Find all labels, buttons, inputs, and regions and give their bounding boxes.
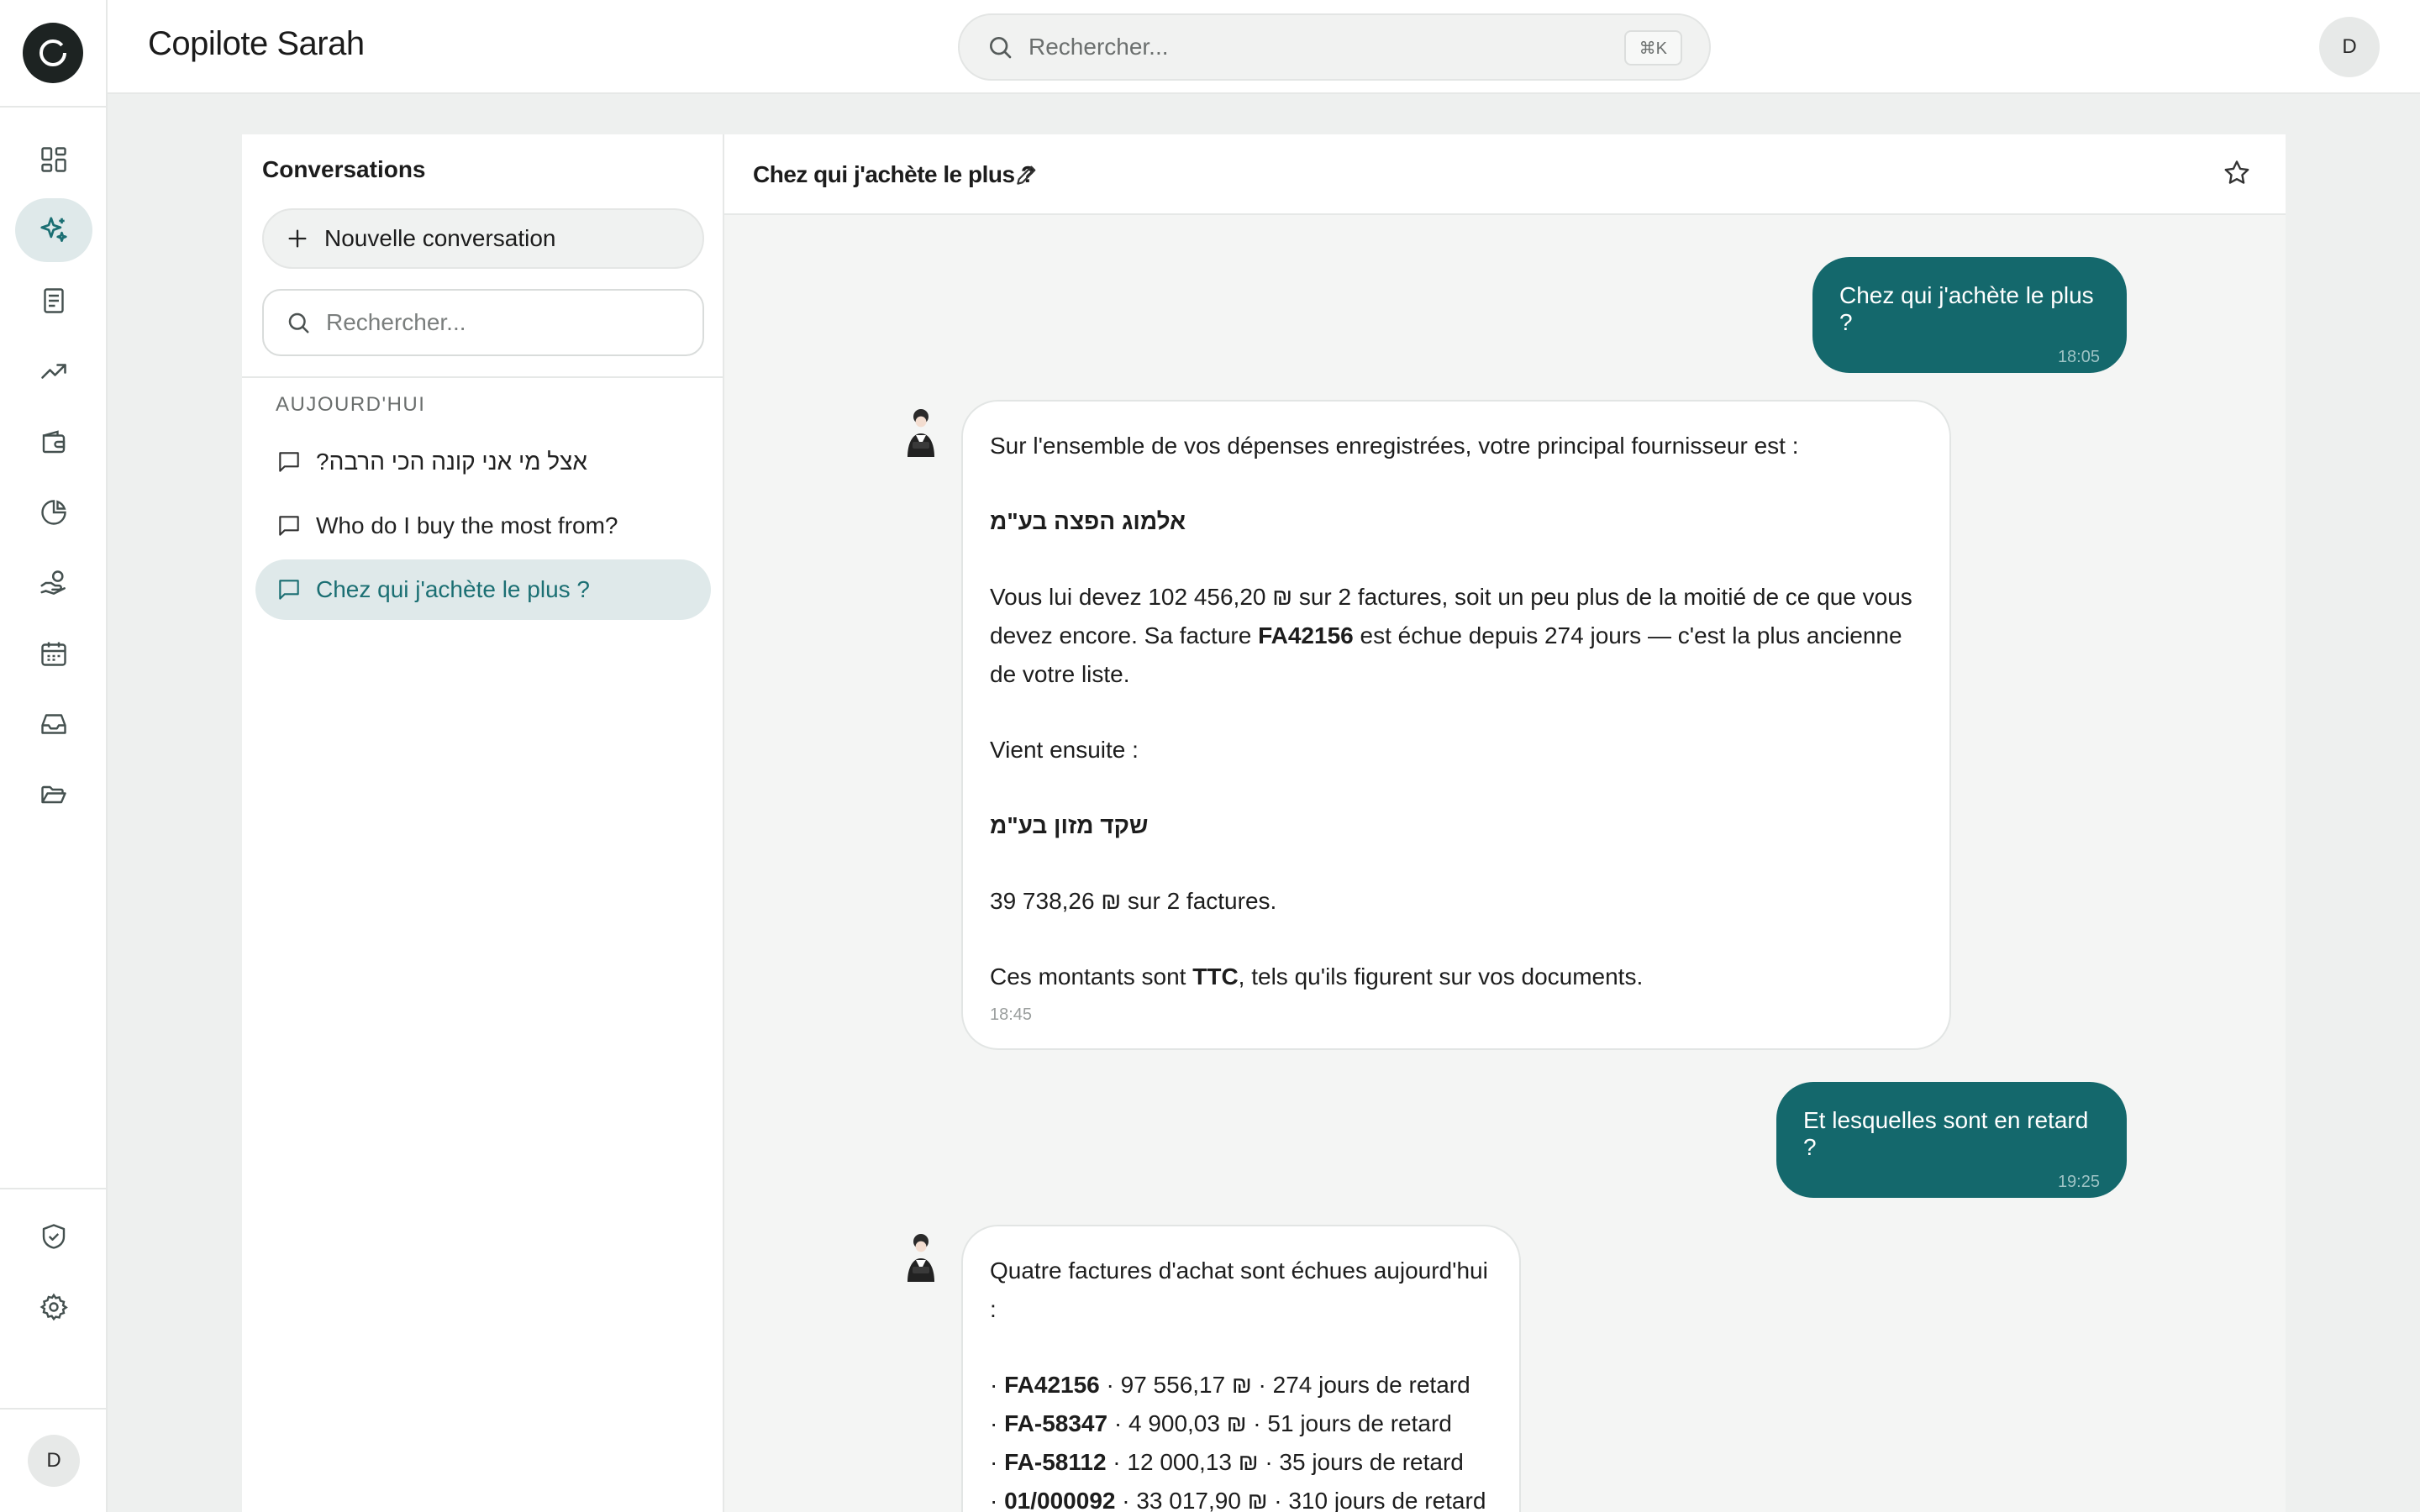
- message-text: Ces montants sont TTC, tels qu'ils figur…: [990, 963, 1644, 990]
- message-text: Quatre factures d'achat sont échues aujo…: [990, 1257, 1488, 1322]
- nav-dashboard[interactable]: [15, 128, 92, 192]
- conversation-list: אצל מי אני קונה הכי הרבה? Who do I buy t…: [255, 432, 711, 623]
- conversation-search-input[interactable]: Rechercher...: [262, 289, 704, 356]
- global-search[interactable]: Rechercher... ⌘K: [958, 13, 1711, 81]
- shortcut-badge: ⌘K: [1623, 30, 1682, 66]
- app-title: Copilote Sarah: [148, 25, 365, 62]
- new-conversation-label: Nouvelle conversation: [324, 225, 556, 251]
- rail-divider: [0, 1188, 108, 1189]
- plus-icon: [286, 227, 309, 250]
- app-logo[interactable]: [23, 23, 83, 83]
- message-text: Vient ensuite :: [990, 737, 1139, 763]
- nav-payments[interactable]: [15, 551, 92, 615]
- invoice-item: · FA42156 · 97 556,17 ₪ · 274 jours de r…: [990, 1372, 1470, 1398]
- supplier-name: אלמוג הפצה בע"מ: [990, 508, 1186, 534]
- conversation-label: אצל מי אני קונה הכי הרבה?: [316, 449, 587, 475]
- nav-files[interactable]: [15, 763, 92, 827]
- chat-panel: Chez qui j'achète le plus ? Chez qui j'a…: [724, 134, 2286, 1512]
- logo-area: [0, 0, 106, 108]
- conversation-item[interactable]: Who do I buy the most from?: [255, 496, 711, 556]
- message-text: Et lesquelles sont en retard ?: [1803, 1107, 2089, 1160]
- new-conversation-button[interactable]: Nouvelle conversation: [262, 208, 704, 269]
- search-placeholder: Rechercher...: [1028, 34, 1169, 60]
- assistant-avatar: [897, 407, 944, 460]
- wallet-icon: [39, 427, 69, 457]
- conversation-item-active[interactable]: Chez qui j'achète le plus ?: [255, 559, 711, 620]
- invoice-item: · 01/000092 · 33 017,90 ₪ · 310 jours de…: [990, 1488, 1486, 1512]
- message-text: Chez qui j'achète le plus ?: [1839, 282, 2094, 335]
- divider: [242, 376, 724, 378]
- nav-calendar[interactable]: [15, 622, 92, 685]
- conversations-panel: Conversations Nouvelle conversation Rech…: [242, 134, 724, 1512]
- supplier-name: שקד מזון בע"מ: [990, 812, 1149, 838]
- calendar-icon: [39, 638, 69, 669]
- trending-up-icon: [39, 356, 69, 386]
- assistant-message: Sur l'ensemble de vos dépenses enregistr…: [961, 400, 1951, 1050]
- chat-bubble-icon: [276, 512, 302, 539]
- assistant-avatar: [897, 1231, 944, 1285]
- message-text: 39 738,26 ₪ sur 2 factures.: [990, 888, 1277, 914]
- document-icon: [39, 286, 69, 316]
- folder-open-icon: [39, 780, 69, 810]
- rail-nav: [0, 128, 108, 833]
- left-rail: D: [0, 0, 108, 1512]
- chat-title: Chez qui j'achète le plus ?: [753, 161, 1035, 187]
- assistant-message: Quatre factures d'achat sont échues aujo…: [961, 1225, 1521, 1512]
- dashboard-icon: [39, 144, 69, 175]
- conversation-label: Who do I buy the most from?: [316, 512, 618, 538]
- chat-header: Chez qui j'achète le plus ?: [724, 134, 2286, 215]
- conversation-label: Chez qui j'achète le plus ?: [316, 576, 590, 602]
- nav-documents[interactable]: [15, 269, 92, 333]
- nav-reports[interactable]: [15, 480, 92, 544]
- invoice-item: · FA-58347 · 4 900,03 ₪ · 51 jours de re…: [990, 1410, 1452, 1436]
- star-icon[interactable]: [2222, 158, 2252, 188]
- conversations-title: Conversations: [262, 156, 426, 182]
- inbox-icon: [39, 709, 69, 739]
- message-time: 18:45: [990, 1005, 1033, 1024]
- conversation-item[interactable]: אצל מי אני קונה הכי הרבה?: [255, 432, 711, 492]
- search-icon: [986, 34, 1013, 60]
- nav-inbox[interactable]: [15, 692, 92, 756]
- hand-coins-icon: [38, 567, 70, 599]
- pencil-icon[interactable]: [1013, 161, 1040, 188]
- top-bar: Copilote Sarah Rechercher... ⌘K D: [108, 0, 2420, 94]
- invoice-item: · FA-58112 · 12 000,13 ₪ · 35 jours de r…: [990, 1449, 1464, 1475]
- chat-bubble-icon: [276, 576, 302, 603]
- conversation-search-placeholder: Rechercher...: [326, 309, 466, 335]
- chat-bubble-icon: [276, 449, 302, 475]
- sparkles-icon: [38, 214, 70, 246]
- message-time: 18:05: [2057, 348, 2100, 366]
- user-message: Chez qui j'achète le plus ? 18:05: [1812, 257, 2127, 373]
- gear-icon: [39, 1292, 69, 1322]
- message-text: Sur l'ensemble de vos dépenses enregistr…: [990, 433, 1799, 459]
- shield-check-icon: [39, 1221, 69, 1252]
- message-text: Vous lui devez 102 456,20 ₪ sur 2 factur…: [990, 584, 1912, 687]
- user-avatar[interactable]: D: [2319, 17, 2380, 77]
- user-message: Et lesquelles sont en retard ? 19:25: [1776, 1082, 2127, 1198]
- message-time: 19:25: [2057, 1173, 2100, 1191]
- nav-settings[interactable]: [15, 1275, 92, 1339]
- search-icon: [286, 310, 311, 335]
- section-label-today: AUJOURD'HUI: [276, 393, 426, 416]
- rail-bottom-nav: [0, 1205, 108, 1346]
- nav-security[interactable]: [15, 1205, 92, 1268]
- nav-analytics[interactable]: [15, 339, 92, 403]
- rail-avatar[interactable]: D: [28, 1435, 80, 1487]
- nav-copilot[interactable]: [15, 198, 92, 262]
- nav-wallet[interactable]: [15, 410, 92, 474]
- pie-chart-icon: [39, 497, 69, 528]
- rail-divider-2: [0, 1408, 108, 1410]
